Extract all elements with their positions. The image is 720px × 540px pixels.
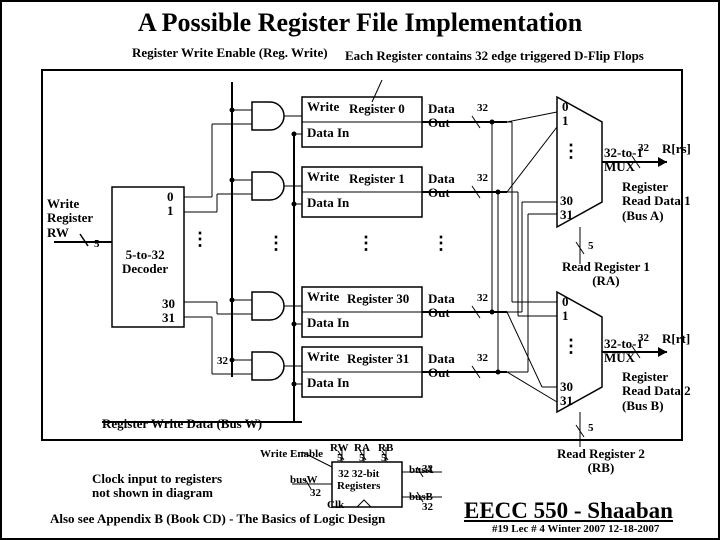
dots2: ⋮ bbox=[267, 234, 285, 254]
mini-we: Write Enable bbox=[260, 448, 323, 460]
dots: ⋮ bbox=[191, 230, 209, 250]
reg31-bus: 32 bbox=[477, 352, 488, 364]
flop-note: Each Register contains 32 edge triggered… bbox=[342, 48, 647, 64]
reg1-bus: 32 bbox=[477, 172, 488, 184]
decoder-top: 0 1 bbox=[167, 190, 174, 219]
mini-clk: Clk bbox=[327, 499, 344, 511]
decoder-bot: 30 31 bbox=[162, 297, 175, 326]
mux1-sel: 5 bbox=[588, 240, 594, 252]
mux2-desc: Register Read Data 2 (Bus B) bbox=[622, 370, 691, 413]
reg0-dataout: Data Out bbox=[428, 102, 455, 131]
reg31-name: Register 31 bbox=[347, 352, 409, 366]
mux2-bot: 30 31 bbox=[560, 380, 573, 409]
mini-32b: 32 bbox=[422, 463, 433, 475]
mini-busw: busW bbox=[290, 474, 318, 486]
reg-write-data: Register Write Data (Bus W) bbox=[102, 417, 262, 431]
mini-32c: 32 bbox=[422, 501, 433, 513]
mini-5b: 5 bbox=[359, 452, 365, 464]
reg0-write: Write bbox=[307, 100, 339, 114]
mux1-dots: ⋮ bbox=[562, 142, 580, 162]
reg1-name: Register 1 bbox=[349, 172, 405, 186]
appendix-note: Also see Appendix B (Book CD) - The Basi… bbox=[50, 512, 385, 526]
reg0-name: Register 0 bbox=[349, 102, 405, 116]
reg0-bus: 32 bbox=[477, 102, 488, 114]
reg30-write: Write bbox=[307, 290, 339, 304]
course: EECC 550 - Shaaban bbox=[464, 498, 673, 523]
reg0-datain: Data In bbox=[307, 126, 349, 140]
dec32: 32 bbox=[217, 355, 228, 367]
mux1-outw: 32 bbox=[638, 142, 649, 154]
rw-width: 5 bbox=[94, 238, 100, 250]
mux1-desc: Register Read Data 1 (Bus A) bbox=[622, 180, 691, 223]
reg1-write: Write bbox=[307, 170, 339, 184]
mux2-out: R[rt] bbox=[662, 332, 690, 346]
mini-5c: 5 bbox=[381, 452, 387, 464]
footer: #19 Lec # 4 Winter 2007 12-18-2007 bbox=[492, 523, 659, 535]
mux2-outw: 32 bbox=[638, 332, 649, 344]
dots4: ⋮ bbox=[432, 234, 450, 254]
mux2-top: 0 1 bbox=[562, 295, 569, 324]
mini-5a: 5 bbox=[337, 452, 343, 464]
mux2-dots: ⋮ bbox=[562, 337, 580, 357]
dots3: ⋮ bbox=[357, 234, 375, 254]
mini-32a: 32 bbox=[310, 487, 321, 499]
reg30-name: Register 30 bbox=[347, 292, 409, 306]
write-register-rw: Write Register RW bbox=[47, 197, 93, 240]
mux2-sel: 5 bbox=[588, 422, 594, 434]
decoder-label: 5-to-32 Decoder bbox=[122, 248, 168, 277]
reg30-datain: Data In bbox=[307, 316, 349, 330]
clock-note: Clock input to registers not shown in di… bbox=[92, 472, 222, 501]
reg31-write: Write bbox=[307, 350, 339, 364]
reg-write-enable-label: Register Write Enable (Reg. Write) bbox=[132, 46, 328, 60]
mux1-read: Read Register 1 (RA) bbox=[562, 260, 650, 289]
reg1-datain: Data In bbox=[307, 196, 349, 210]
reg1-dataout: Data Out bbox=[428, 172, 455, 201]
mux2-read: Read Register 2 (RB) bbox=[557, 447, 645, 476]
reg31-dataout: Data Out bbox=[428, 352, 455, 381]
reg30-bus: 32 bbox=[477, 292, 488, 304]
reg30-dataout: Data Out bbox=[428, 292, 455, 321]
mini-name: 32 32-bit Registers bbox=[337, 468, 380, 492]
mux1-bot: 30 31 bbox=[560, 194, 573, 223]
mux1-out: R[rs] bbox=[662, 142, 691, 156]
mux1-top: 0 1 bbox=[562, 100, 569, 129]
reg31-datain: Data In bbox=[307, 376, 349, 390]
